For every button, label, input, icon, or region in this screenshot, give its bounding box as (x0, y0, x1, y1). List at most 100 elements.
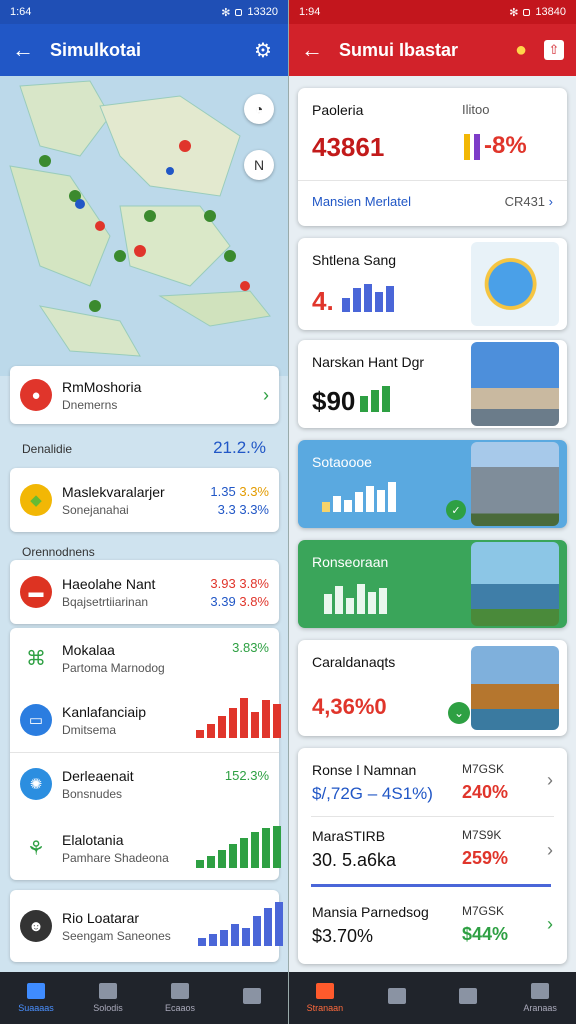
bar (273, 826, 281, 868)
battery-icon (523, 8, 531, 16)
chevron-right-icon: › (547, 770, 553, 790)
bar (262, 700, 270, 738)
bar (196, 730, 204, 738)
chevron-right-icon: › (263, 384, 269, 405)
list-item[interactable]: ▬ Haeolahe Nant Bqajsetrtiiarinan 3.93 3… (10, 562, 279, 622)
last-card[interactable]: ☻ Rio Loatarar Seengam Saneones (10, 890, 283, 962)
card-narskan[interactable]: Narskan Hant Dgr $90 (298, 340, 567, 428)
nav-item-profile[interactable]: Ecaaos (144, 972, 216, 1024)
wifi-icon: ✻ (509, 6, 519, 19)
summary-card[interactable]: Paoleria Ilitoo 43861 -8% Mansien Merlat… (298, 88, 567, 226)
app-bar: ← Simulkotai ⚙ (0, 24, 288, 76)
calendar-icon (99, 983, 117, 999)
mini-bars (464, 132, 480, 160)
bar (231, 924, 239, 946)
bar (368, 592, 376, 614)
globe-icon: ✺ (20, 768, 52, 800)
bar (207, 724, 215, 738)
list-item[interactable]: Mansia Parnedsog $3.70% M7GSK $44% › (298, 894, 567, 960)
status-time: 1:64 (10, 6, 32, 18)
card-sotaoooe[interactable]: Sotaoooe ✓ (298, 440, 567, 528)
bar (322, 502, 330, 512)
bar (474, 134, 480, 160)
group1-card: ◆ Maslekvaralarjer Sonejanahai 1.35 3.3%… (10, 468, 279, 532)
nav-item-profile[interactable]: Aranaas (504, 972, 576, 1024)
locate-icon[interactable]: ◔ (244, 94, 274, 124)
church-image (471, 342, 559, 426)
bar (360, 396, 368, 412)
bar (253, 916, 261, 946)
bar (344, 500, 352, 512)
blue-bar-chart (198, 902, 283, 946)
list-item[interactable]: Ronse l Namnan $/,72G – 4S1%) M7GSK 240%… (298, 750, 567, 816)
bar (240, 838, 248, 868)
list-item[interactable]: ✺ Derleaenait Bonsnudes 152.3% (10, 754, 279, 814)
group3-card: ⌘ Mokalaa Partoma Marnodog 3.83% ▭ Kanla… (10, 628, 281, 880)
right-app-panel: 1:94 ✻ 13840 ← Sumui Ibastar ● ⇧ Paoleri… (289, 0, 576, 1024)
map-graphic (9, 80, 271, 357)
section-label: Orennodnens (22, 545, 95, 559)
sprout-icon: ⚘ (27, 837, 45, 860)
compass-icon[interactable]: N (244, 150, 274, 180)
card-icon: ▭ (20, 704, 52, 736)
nav-item-search[interactable] (361, 972, 433, 1024)
bar (251, 832, 259, 868)
details-link[interactable]: Mansien Merlatel (312, 194, 411, 209)
notification-icon[interactable]: ● (508, 37, 534, 63)
summary-value: 43861 (312, 132, 385, 162)
green-bar-chart (196, 824, 281, 868)
bar (353, 288, 361, 312)
nav-item-more[interactable] (216, 972, 288, 1024)
card-caraldanaqts[interactable]: Caraldanaqts 4,36%0 ⌄ (298, 640, 567, 736)
blue-bar-chart (342, 284, 394, 312)
bar (196, 860, 204, 868)
more-icon (243, 988, 261, 1004)
map-view[interactable]: ◔ N (0, 76, 288, 376)
chevron-right-icon: › (547, 840, 553, 860)
card-ronseoraan[interactable]: Ronseoraan (298, 540, 567, 628)
card-shtlena[interactable]: Shtlena Sang 4. (298, 238, 567, 330)
nav-item-lock[interactable] (433, 972, 505, 1024)
left-app-panel: 1:64 ✻ 13320 ← Simulkotai ⚙ ◔ N ● RmMosh… (0, 0, 288, 1024)
back-arrow-icon[interactable]: ← (301, 37, 331, 63)
green-bar-chart (360, 386, 390, 412)
bar (464, 134, 470, 160)
list-item[interactable]: ⌘ Mokalaa Partoma Marnodog 3.83% (10, 628, 279, 688)
gear-icon[interactable]: ⚙ (250, 37, 276, 63)
app-title: Simulkotai (50, 39, 142, 60)
status-bar: 1:94 ✻ 13840 (289, 0, 576, 24)
bar (346, 598, 354, 614)
share-icon[interactable]: ⇧ (544, 40, 564, 60)
back-arrow-icon[interactable]: ← (12, 37, 42, 63)
wifi-icon: ✻ (221, 6, 231, 19)
nav-item-home[interactable]: Stranaan (289, 972, 361, 1024)
bar (335, 586, 343, 614)
bar (386, 286, 394, 312)
bar (333, 496, 341, 512)
bar (364, 284, 372, 312)
nav-item-home[interactable]: Suaaaas (0, 972, 72, 1024)
bar (262, 828, 270, 868)
chevron-right-icon: › (547, 914, 553, 934)
avatar: ☻ (20, 910, 52, 942)
nav-item-calendar[interactable]: Solodis (72, 972, 144, 1024)
chevron-down-icon[interactable]: ⌄ (448, 702, 470, 724)
battery-icon (235, 8, 243, 16)
skyline-image (471, 442, 559, 526)
bar (355, 492, 363, 512)
status-bar: 1:64 ✻ 13320 (0, 0, 288, 24)
list-item[interactable]: MaraSTIRB 30. 5.a6ka M7S9K 259% › (298, 818, 567, 884)
summary-value: 21.2.% (213, 438, 266, 457)
check-icon: ✓ (446, 500, 466, 520)
app-title: Sumui Ibastar (339, 39, 459, 60)
search-icon (387, 988, 406, 1004)
profile-icon (171, 983, 189, 999)
featured-card[interactable]: ● RmMoshoria Dnemerns › (10, 366, 279, 424)
app-bar: ← Sumui Ibastar ● ⇧ (289, 24, 576, 76)
bar (357, 584, 365, 614)
bar (240, 698, 248, 738)
bar (379, 588, 387, 614)
car-icon: ▬ (20, 576, 52, 608)
list-item[interactable]: ◆ Maslekvaralarjer Sonejanahai 1.35 3.3%… (10, 470, 279, 530)
location-pin-icon: ● (20, 379, 52, 411)
